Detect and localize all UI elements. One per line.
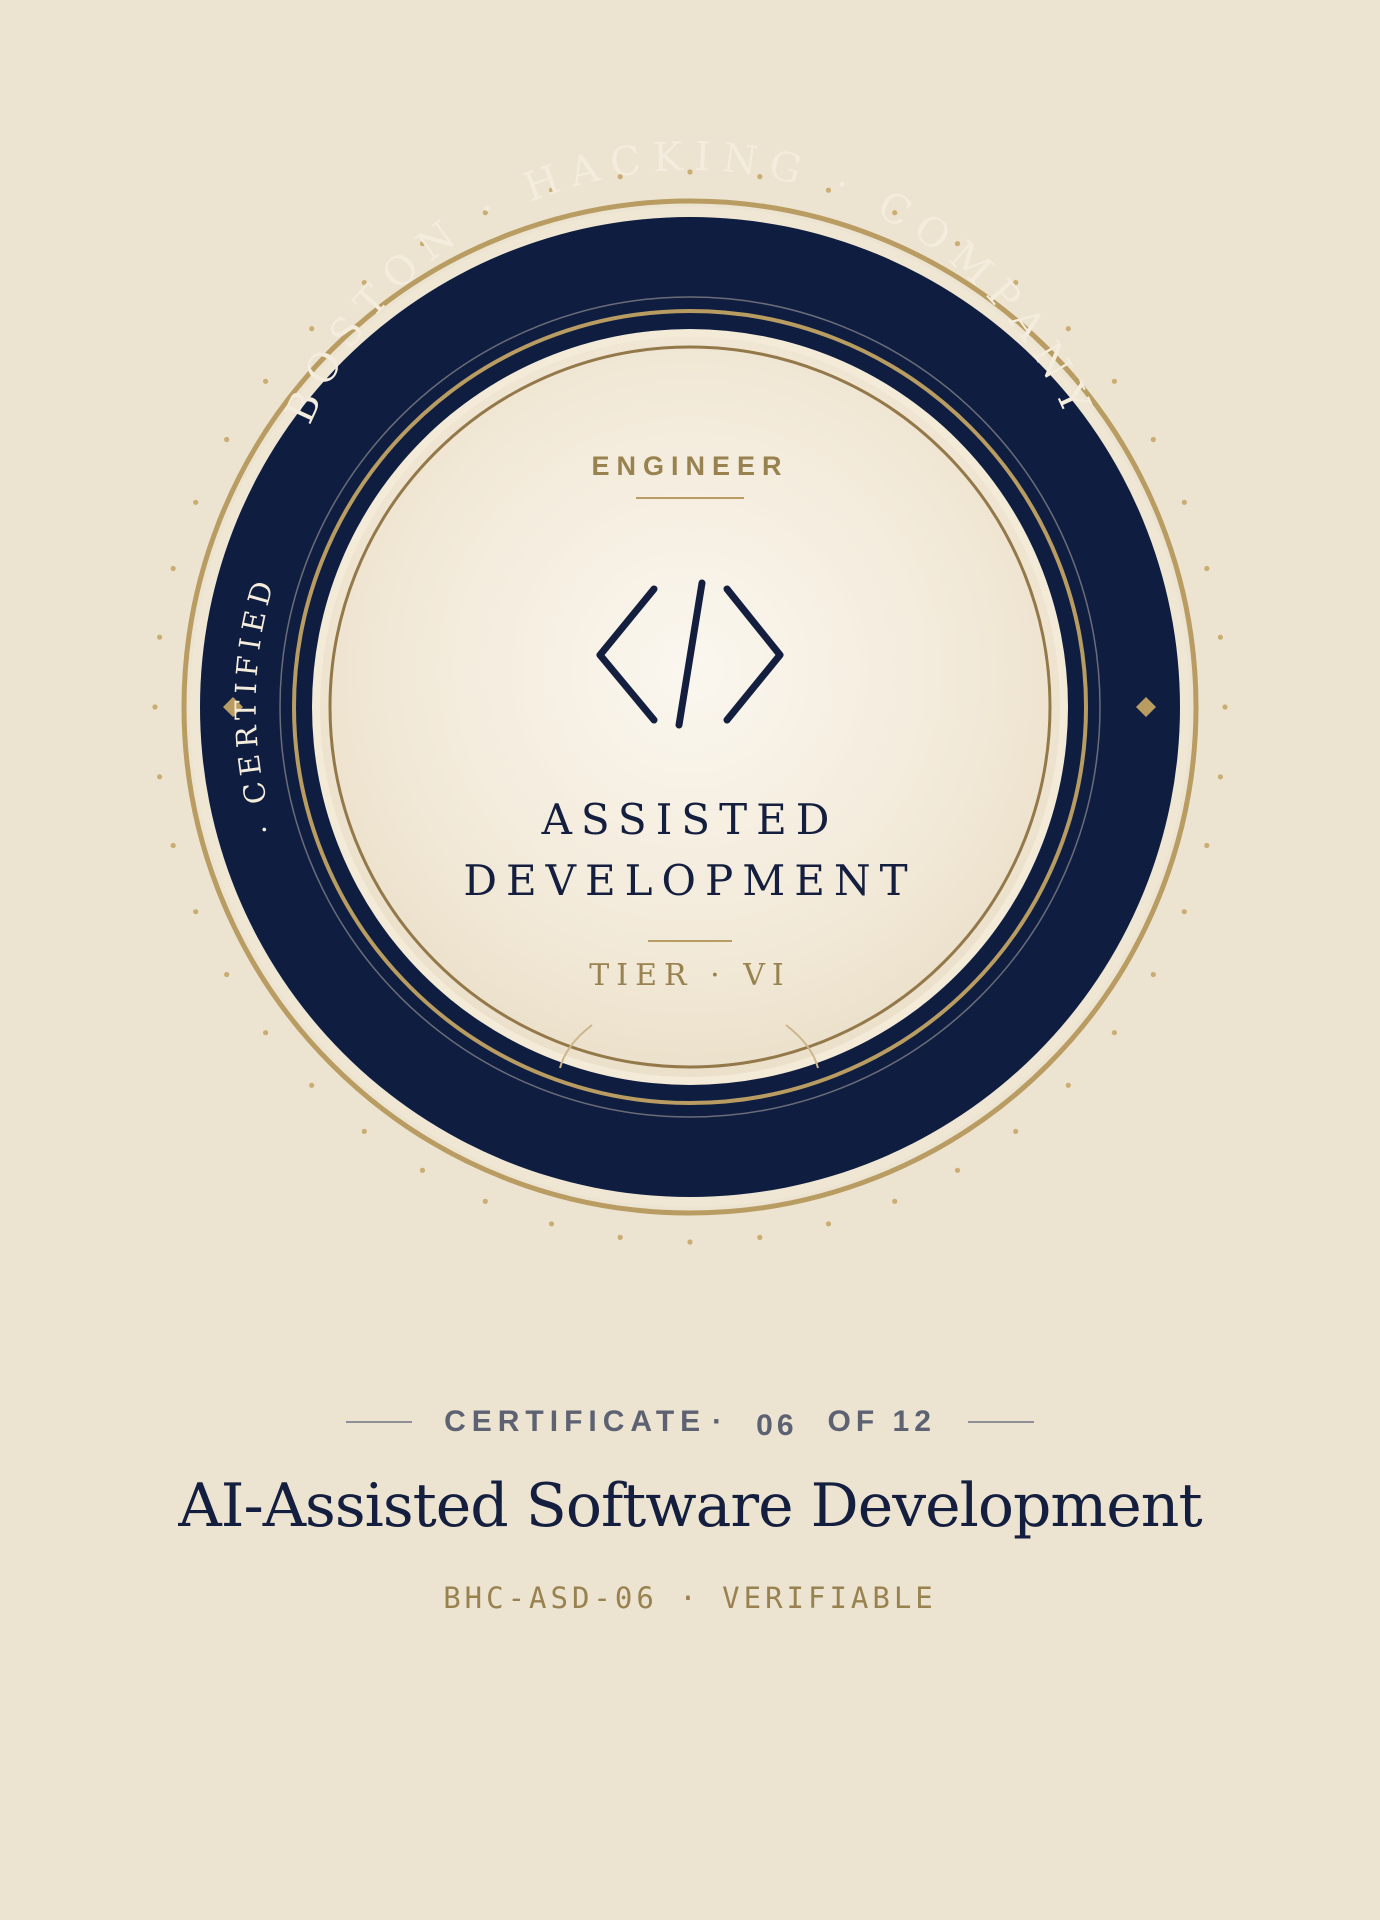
decorative-dot bbox=[1150, 971, 1156, 978]
certificate-separator: · bbox=[712, 1405, 723, 1438]
certificate-total: OF 12 bbox=[827, 1405, 936, 1438]
decorative-dot bbox=[263, 1030, 269, 1036]
decorative-dot bbox=[1181, 499, 1187, 505]
meta-rule-right bbox=[967, 1421, 1034, 1423]
course-title: AI-Assisted Software Development bbox=[178, 1471, 1202, 1541]
meta-rule-left bbox=[346, 1421, 413, 1423]
decorative-dot bbox=[1111, 1030, 1117, 1036]
decorative-dot bbox=[1065, 326, 1071, 332]
decorative-dot bbox=[157, 634, 163, 640]
decorative-dot bbox=[1222, 704, 1228, 710]
certificate-seal: BOSTON · HACKING · COMPANY · CERTIFIED E… bbox=[152, 134, 1228, 1245]
decorative-dot bbox=[617, 1234, 623, 1240]
decorative-dot bbox=[170, 565, 176, 572]
decorative-dot bbox=[1217, 774, 1223, 780]
decorative-dot bbox=[954, 1167, 961, 1173]
decorative-dot bbox=[193, 909, 199, 915]
decorative-dot bbox=[482, 1198, 488, 1204]
decorative-dot bbox=[1013, 1128, 1019, 1134]
decorative-dot bbox=[1111, 378, 1117, 384]
certificate-label: CERTIFICATE bbox=[444, 1405, 707, 1438]
decorative-dot bbox=[548, 1221, 555, 1227]
seal-tier: TIER · VI bbox=[589, 958, 790, 993]
decorative-dot bbox=[193, 499, 199, 505]
decorative-dot bbox=[757, 1234, 763, 1240]
decorative-dot bbox=[419, 1167, 426, 1173]
seal-title-line1: ASSISTED bbox=[541, 795, 839, 844]
decorative-dot bbox=[1217, 634, 1223, 640]
decorative-dot bbox=[224, 971, 230, 978]
role-label: ENGINEER bbox=[591, 451, 788, 481]
decorative-dot bbox=[825, 1221, 832, 1227]
decorative-dot bbox=[687, 1239, 693, 1245]
decorative-dot bbox=[157, 774, 163, 780]
decorative-dot bbox=[152, 704, 158, 710]
decorative-dot bbox=[892, 1198, 898, 1204]
decorative-dot bbox=[1065, 1082, 1071, 1088]
certificate-number: 06 bbox=[756, 1409, 798, 1442]
decorative-dot bbox=[170, 842, 176, 849]
decorative-dot bbox=[309, 326, 315, 332]
decorative-dot bbox=[1204, 842, 1210, 849]
decorative-dot bbox=[1204, 565, 1210, 572]
certificate-meta-row: CERTIFICATE · 06 OF 12 bbox=[0, 1397, 1380, 1447]
decorative-dot bbox=[361, 1128, 367, 1134]
decorative-dot bbox=[1181, 909, 1187, 915]
certificate-code: BHC-ASD-06 · VERIFIABLE bbox=[443, 1581, 937, 1615]
decorative-dot bbox=[309, 1082, 315, 1088]
certificate-page: BOSTON · HACKING · COMPANY · CERTIFIED E… bbox=[0, 0, 1380, 1920]
decorative-dot bbox=[1150, 436, 1156, 443]
seal-title-line2: DEVELOPMENT bbox=[463, 856, 916, 905]
decorative-dot bbox=[263, 378, 269, 384]
decorative-dot bbox=[224, 436, 230, 443]
